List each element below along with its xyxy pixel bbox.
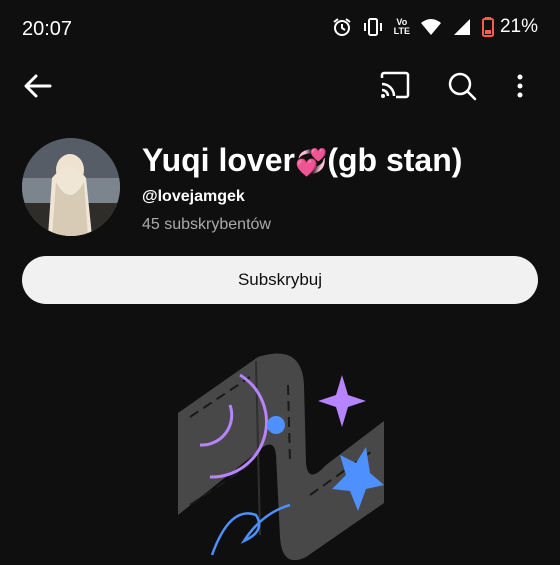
signal-icon	[452, 17, 472, 37]
cast-icon	[380, 71, 410, 99]
back-button[interactable]	[22, 72, 54, 100]
battery-percent: 21%	[499, 16, 538, 37]
subscribe-button[interactable]: Subskrybuj	[22, 256, 538, 304]
app-bar	[0, 62, 560, 110]
subscriber-count: 45 subskrybentów	[142, 216, 271, 233]
alarm-icon	[332, 17, 352, 37]
status-time: 20:07	[22, 18, 73, 40]
channel-name: Yuqi lover💞(gb stan)	[142, 142, 462, 179]
search-button[interactable]	[446, 70, 478, 107]
subscribe-label: Subskrybuj	[237, 270, 323, 289]
cast-button[interactable]	[378, 70, 412, 105]
more-vertical-icon	[517, 74, 523, 98]
search-icon	[448, 72, 477, 101]
arrow-left-icon	[24, 74, 52, 98]
volte-icon: Vo LTE	[393, 17, 410, 36]
status-icons: Vo LTE 21%	[332, 16, 538, 38]
avatar[interactable]	[22, 138, 120, 236]
vibrate-icon	[362, 17, 384, 37]
empty-channel-illustration	[170, 345, 390, 565]
battery-icon	[481, 17, 494, 37]
channel-name-text: Yuqi lover	[142, 142, 295, 178]
more-button[interactable]	[514, 70, 526, 107]
channel-handle: @lovejamgek	[142, 188, 245, 205]
heart-emoji: 💞	[294, 147, 328, 177]
wifi-icon	[420, 17, 442, 37]
channel-name-suffix: (gb stan)	[327, 142, 463, 178]
status-bar: 20:07 Vo LTE 21%	[0, 0, 560, 60]
